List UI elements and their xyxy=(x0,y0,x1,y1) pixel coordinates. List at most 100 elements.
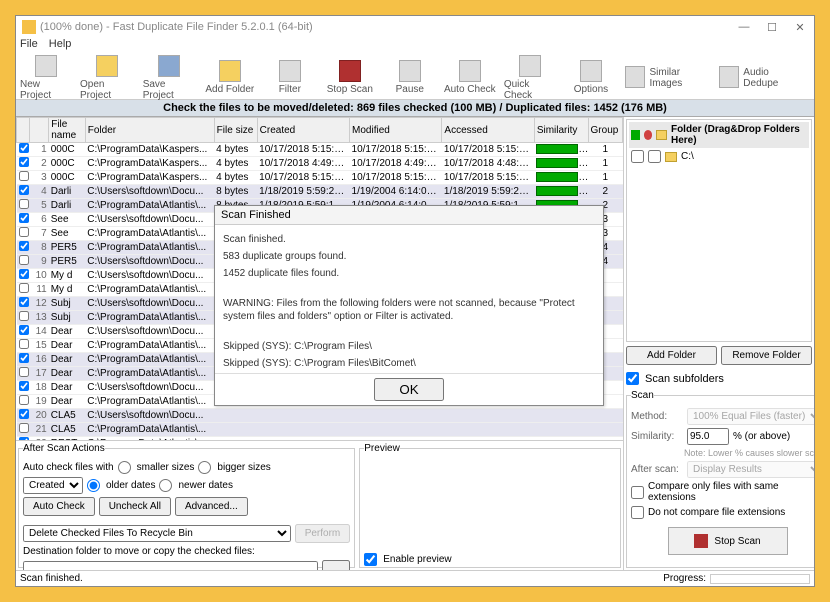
method-select[interactable]: 100% Equal Files (faster) xyxy=(687,408,814,425)
quick-check-icon xyxy=(519,55,541,77)
folder-include-checkbox[interactable] xyxy=(631,150,644,163)
row-checkbox[interactable] xyxy=(19,311,29,321)
row-num: 8 xyxy=(29,241,48,255)
row-checkbox[interactable] xyxy=(19,395,29,405)
close-button[interactable]: ✕ xyxy=(792,19,808,35)
options-button[interactable]: Options xyxy=(565,60,617,95)
scan-subfolders-checkbox[interactable] xyxy=(626,372,639,385)
add-folder-side-button[interactable]: Add Folder xyxy=(626,346,717,365)
row-checkbox[interactable] xyxy=(19,437,29,440)
row-checkbox[interactable] xyxy=(19,367,29,377)
minimize-button[interactable]: — xyxy=(736,19,752,35)
enable-preview-label: Enable preview xyxy=(383,554,451,565)
smaller-sizes-radio[interactable] xyxy=(118,461,131,474)
menu-help[interactable]: Help xyxy=(49,38,72,50)
row-checkbox[interactable] xyxy=(19,255,29,265)
similar-images-button[interactable]: Similar Images xyxy=(625,66,711,90)
row-checkbox[interactable] xyxy=(19,157,29,167)
dest-folder-input[interactable] xyxy=(23,561,318,570)
col-filename[interactable]: File name xyxy=(49,118,86,143)
col-folder[interactable]: Folder xyxy=(85,118,214,143)
col-created[interactable]: Created xyxy=(257,118,349,143)
row-filename: REST xyxy=(49,437,86,441)
created-select[interactable]: Created xyxy=(23,477,83,494)
enable-preview-checkbox[interactable] xyxy=(364,553,377,566)
new-project-button[interactable]: New Project xyxy=(20,55,72,101)
row-checkbox[interactable] xyxy=(19,171,29,181)
row-checkbox[interactable] xyxy=(19,269,29,279)
perform-button[interactable]: Perform xyxy=(295,524,351,543)
row-folder: C:\ProgramData\Kaspers... xyxy=(85,171,214,185)
col-filesize[interactable]: File size xyxy=(214,118,257,143)
row-created: 10/17/2018 4:49:0... xyxy=(257,157,349,171)
row-checkbox[interactable] xyxy=(19,423,29,433)
add-folder-button[interactable]: Add Folder xyxy=(204,60,256,95)
table-row[interactable]: 20CLA5C:\Users\softdown\Docu... xyxy=(17,409,623,423)
folder-row[interactable]: C:\ xyxy=(629,148,809,165)
bigger-sizes-radio[interactable] xyxy=(198,461,211,474)
folder-icon xyxy=(665,152,677,162)
row-checkbox[interactable] xyxy=(19,353,29,363)
row-checkbox[interactable] xyxy=(19,283,29,293)
audio-dedupe-button[interactable]: Audio Dedupe xyxy=(719,66,802,90)
compare-ext-checkbox[interactable] xyxy=(631,486,644,499)
advanced-button[interactable]: Advanced... xyxy=(175,497,248,516)
dialog-ok-button[interactable]: OK xyxy=(374,378,444,401)
dialog-line1: Scan finished. xyxy=(223,233,595,246)
auto-check-button[interactable]: Auto Check xyxy=(444,60,496,95)
row-checkbox[interactable] xyxy=(19,409,29,419)
remove-folder-button[interactable]: Remove Folder xyxy=(721,346,812,365)
table-row[interactable]: 3000CC:\ProgramData\Kaspers...4 bytes10/… xyxy=(17,171,623,185)
folder-exclude-checkbox[interactable] xyxy=(648,150,661,163)
col-group[interactable]: Group xyxy=(588,118,622,143)
col-num[interactable] xyxy=(29,118,48,143)
row-filename: CLA5 xyxy=(49,409,86,423)
save-project-label: Save Project xyxy=(143,79,196,101)
table-row[interactable]: 1000CC:\ProgramData\Kaspers...4 bytes10/… xyxy=(17,143,623,157)
col-similarity[interactable]: Similarity xyxy=(534,118,588,143)
col-check[interactable] xyxy=(17,118,30,143)
stop-scan-button[interactable]: Stop Scan xyxy=(324,60,376,95)
filter-button[interactable]: Filter xyxy=(264,60,316,95)
ignore-ext-checkbox[interactable] xyxy=(631,506,644,519)
titlebar: (100% done) - Fast Duplicate File Finder… xyxy=(16,16,814,38)
pause-button[interactable]: Pause xyxy=(384,60,436,95)
col-accessed[interactable]: Accessed xyxy=(442,118,534,143)
row-checkbox[interactable] xyxy=(19,185,29,195)
open-project-button[interactable]: Open Project xyxy=(80,55,135,101)
status-text: Scan finished. xyxy=(20,573,83,584)
row-num: 11 xyxy=(29,283,48,297)
similarity-input[interactable] xyxy=(687,428,729,445)
uncheck-all-button[interactable]: Uncheck All xyxy=(99,497,171,516)
table-row[interactable]: 4DarliC:\Users\softdown\Docu...8 bytes1/… xyxy=(17,185,623,199)
older-dates-radio[interactable] xyxy=(87,479,100,492)
stop-scan-big-button[interactable]: Stop Scan xyxy=(668,527,788,555)
row-checkbox[interactable] xyxy=(19,297,29,307)
menu-file[interactable]: File xyxy=(20,38,38,50)
maximize-button[interactable]: ☐ xyxy=(764,19,780,35)
row-checkbox[interactable] xyxy=(19,213,29,223)
row-folder: C:\Users\softdown\Docu... xyxy=(85,255,214,269)
quick-check-button[interactable]: Quick Check xyxy=(504,55,557,101)
delete-action-select[interactable]: Delete Checked Files To Recycle Bin xyxy=(23,525,291,542)
save-project-button[interactable]: Save Project xyxy=(143,55,196,101)
row-checkbox[interactable] xyxy=(19,227,29,237)
row-created xyxy=(257,437,349,441)
table-row[interactable]: 2000CC:\ProgramData\Kaspers...4 bytes10/… xyxy=(17,157,623,171)
col-modified[interactable]: Modified xyxy=(350,118,442,143)
row-checkbox[interactable] xyxy=(19,381,29,391)
row-checkbox[interactable] xyxy=(19,199,29,209)
row-accessed xyxy=(442,423,534,437)
row-checkbox[interactable] xyxy=(19,143,29,153)
table-row[interactable]: 22RESTC:\ProgramData\Atlantis\... xyxy=(17,437,623,441)
row-checkbox[interactable] xyxy=(19,325,29,335)
row-accessed: 10/17/2018 4:48:5... xyxy=(442,157,534,171)
row-checkbox[interactable] xyxy=(19,339,29,349)
auto-check-action-button[interactable]: Auto Check xyxy=(23,497,95,516)
newer-dates-radio[interactable] xyxy=(159,479,172,492)
row-filesize: 4 bytes xyxy=(214,157,257,171)
row-checkbox[interactable] xyxy=(19,241,29,251)
table-row[interactable]: 21CLA5C:\ProgramData\Atlantis\... xyxy=(17,423,623,437)
after-scan-select[interactable]: Display Results xyxy=(687,461,814,478)
browse-button[interactable]: ... xyxy=(322,560,350,570)
